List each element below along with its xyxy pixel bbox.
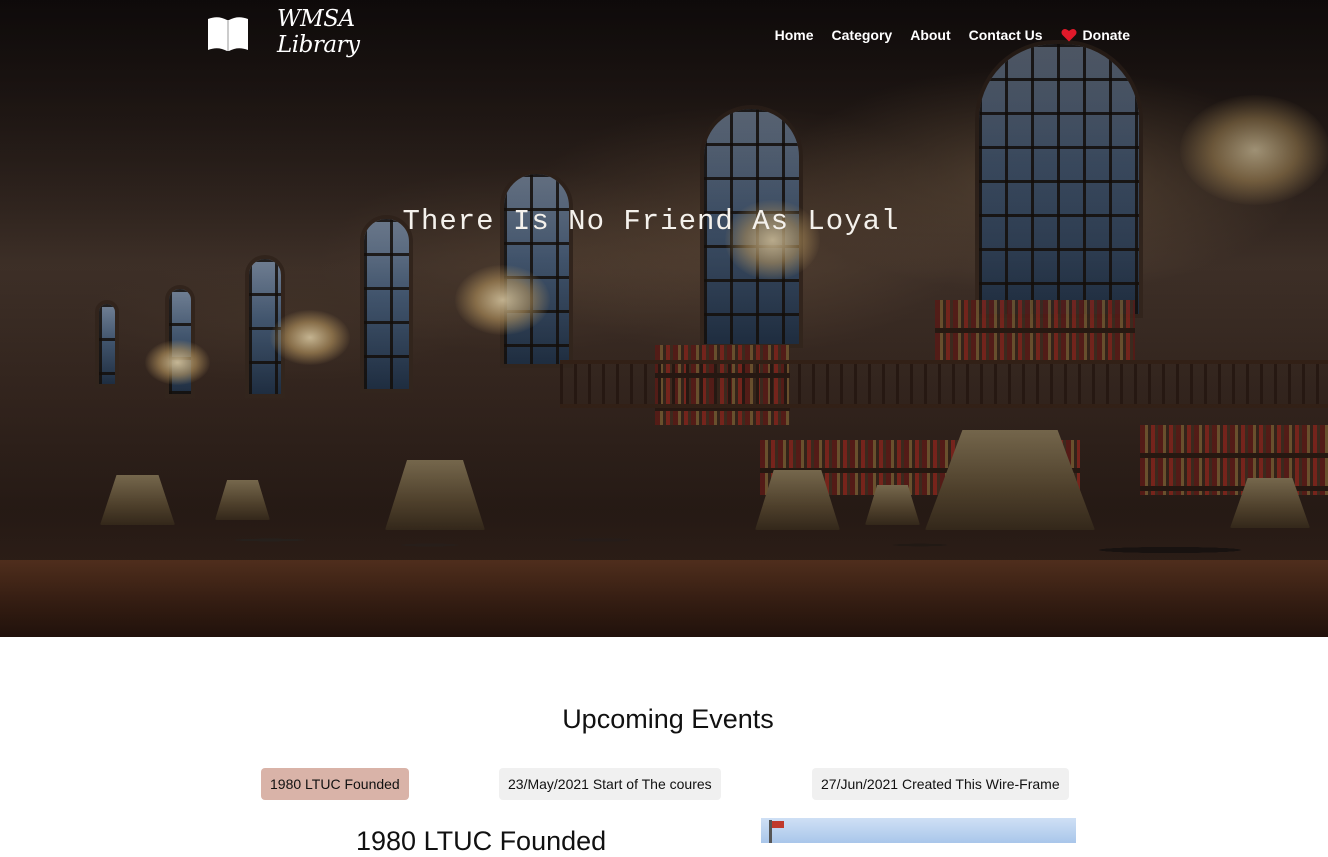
book-logo-icon[interactable] [206,13,250,53]
nav-contact-us[interactable]: Contact Us [969,27,1043,43]
nav-about[interactable]: About [910,27,950,43]
event-tab-ltuc-founded[interactable]: 1980 LTUC Founded [261,768,409,800]
events-heading: Upcoming Events [562,704,774,734]
heart-icon [1061,29,1077,42]
main-nav: Home Category About Contact Us Donate [775,27,1130,43]
event-tab-wireframe-created[interactable]: 27/Jun/2021 Created This Wire-Frame [812,768,1069,800]
nav-home[interactable]: Home [775,27,814,43]
brand-line-2: Library [277,32,360,58]
brand-line-1: WMSA [277,6,355,32]
brand-name[interactable]: WMSA Library [277,6,360,58]
hero-title: There Is No Friend As Loyal [402,205,900,238]
nav-category[interactable]: Category [832,27,893,43]
nav-donate[interactable]: Donate [1061,27,1130,43]
event-photo [761,818,1076,843]
event-detail-title: 1980 LTUC Founded [356,826,607,856]
donate-label: Donate [1082,27,1130,43]
hero-background-image [0,0,1328,637]
event-tab-course-start[interactable]: 23/May/2021 Start of The coures [499,768,721,800]
